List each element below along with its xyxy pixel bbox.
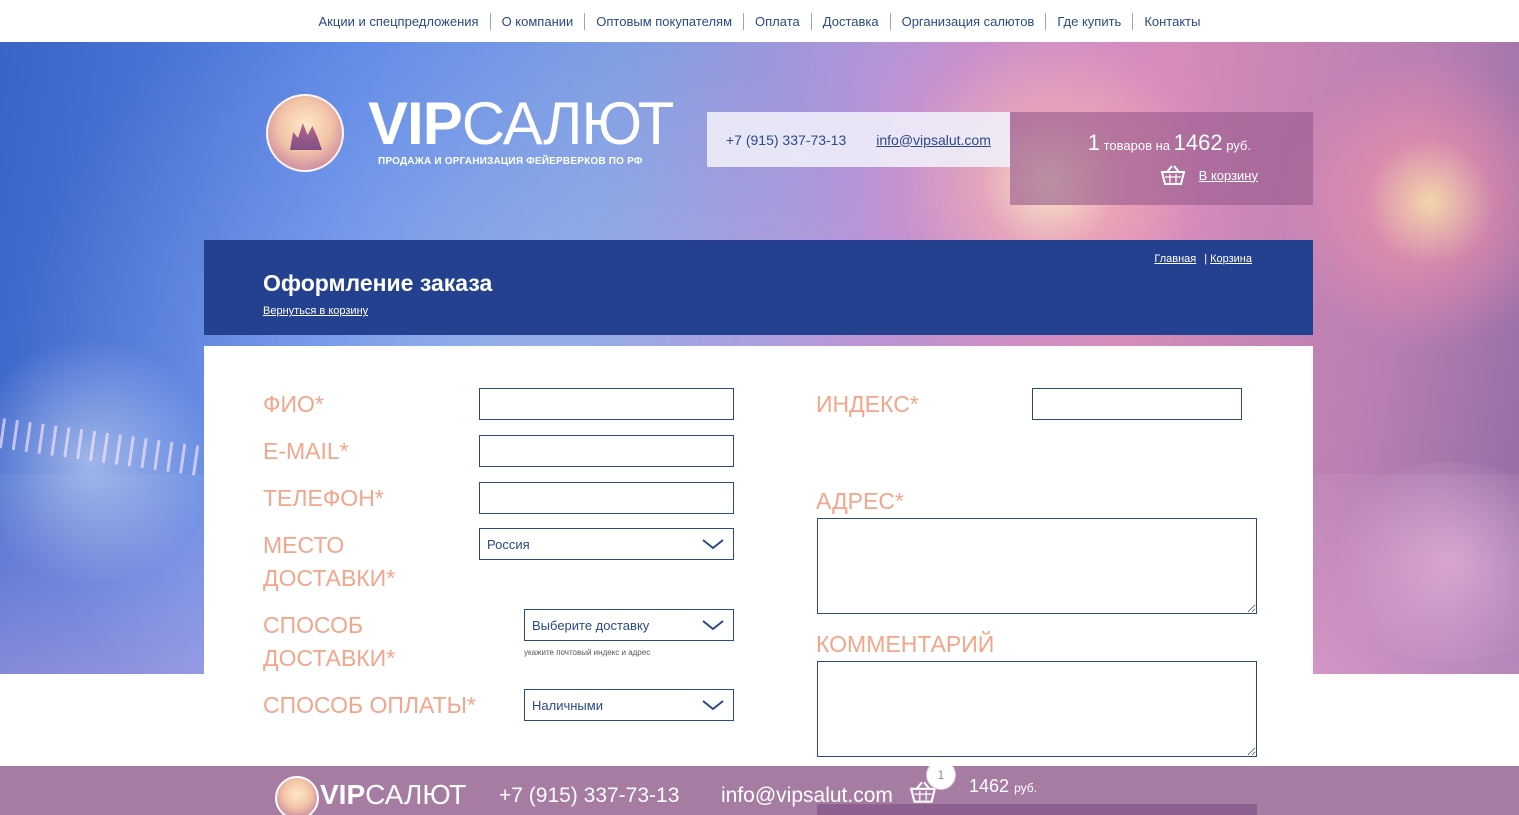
cart-count-text: товаров на (1103, 138, 1170, 153)
footer-phone[interactable]: +7 (915) 337-73-13 (499, 784, 679, 808)
comment-textarea[interactable] (817, 661, 1257, 757)
breadcrumb-cart[interactable]: Корзина (1210, 253, 1252, 265)
delivery-place-label: МЕСТО ДОСТАВКИ* (263, 532, 396, 591)
footer-logo-wordmark[interactable]: VIPСАЛЮТ (320, 780, 466, 810)
page-title-bar: Оформление заказа Вернуться в корзину Гл… (204, 240, 1313, 335)
nav-link-payment[interactable]: Оплата (743, 12, 811, 30)
firework-burst (1280, 52, 1519, 352)
top-nav: Акции и спецпредложения О компании Оптов… (0, 0, 1519, 42)
cart-sum: 1462 (1173, 130, 1223, 155)
go-to-cart-link[interactable]: В корзину (1199, 168, 1258, 183)
nav-link-contacts[interactable]: Контакты (1132, 12, 1211, 30)
chevron-down-icon (702, 539, 724, 550)
fio-label: ФИО* (263, 391, 324, 417)
address-label: АДРЕС* (816, 488, 904, 514)
phone-label: ТЕЛЕФОН* (263, 485, 384, 511)
fio-input[interactable] (479, 388, 734, 420)
payment-method-select[interactable]: Наличными (524, 689, 734, 721)
nav-link-delivery[interactable]: Доставка (810, 12, 890, 30)
cart-count: 1 (1087, 130, 1100, 155)
footer-email[interactable]: info@vipsalut.com (721, 784, 893, 808)
sticky-footer-bar: VIPСАЛЮТ +7 (915) 337-73-13 info@vipsalu… (0, 766, 1519, 815)
nav-link-wholesale[interactable]: Оптовым покупателям (584, 12, 743, 30)
payment-method-value: Наличными (532, 697, 603, 713)
page-title: Оформление заказа (263, 270, 493, 296)
header-cart-box: 1 товаров на 1462 руб. В корзину (1010, 112, 1313, 205)
nav-link-promotions[interactable]: Акции и спецпредложения (308, 13, 490, 30)
back-to-cart-link[interactable]: Вернуться в корзину (263, 305, 368, 317)
breadcrumb-home[interactable]: Главная (1154, 253, 1196, 265)
delivery-method-hint: укажите почтовый индекс и адрес (524, 648, 651, 657)
header-phone[interactable]: +7 (915) 337-73-13 (726, 132, 846, 148)
logo-wordmark: VIPСАЛЮТ (368, 90, 674, 157)
nav-link-salute-organization[interactable]: Организация салютов (889, 12, 1046, 30)
footer-cart-sum: 1462 руб. (969, 776, 1037, 796)
email-input[interactable] (479, 435, 734, 467)
site-logo[interactable]: VIPСАЛЮТ ПРОДАЖА И ОРГАНИЗАЦИЯ ФЕЙЕРВЕРК… (266, 90, 674, 172)
nav-link-about[interactable]: О компании (489, 12, 585, 30)
footer-logo-emblem-icon[interactable] (275, 776, 319, 815)
logo-tagline: ПРОДАЖА И ОРГАНИЗАЦИЯ ФЕЙЕРВЕРКОВ ПО РФ (378, 156, 643, 167)
basket-icon (1160, 165, 1185, 185)
breadcrumb: Главная | Корзина (1154, 253, 1252, 265)
index-label: ИНДЕКС* (816, 391, 919, 417)
delivery-place-value: Россия (487, 536, 530, 552)
header-contact-box: +7 (915) 337-73-13 info@vipsalut.com (707, 112, 1010, 167)
index-input[interactable] (1032, 388, 1242, 420)
delivery-place-select[interactable]: Россия (479, 528, 734, 560)
payment-method-label: СПОСОБ ОПЛАТЫ* (263, 692, 476, 718)
chevron-down-icon (702, 700, 724, 711)
order-form: ФИО* E-MAIL* ТЕЛЕФОН* МЕСТО ДОСТАВКИ* Рос… (204, 346, 1313, 766)
phone-input[interactable] (479, 482, 734, 514)
delivery-method-value: Выберите доставку (532, 617, 650, 633)
cart-currency: руб. (1226, 138, 1251, 153)
nav-link-where-to-buy[interactable]: Где купить (1045, 12, 1132, 30)
cart-summary: 1 товаров на 1462 руб. (1088, 130, 1251, 156)
delivery-method-label: СПОСОБ ДОСТАВКИ* (263, 612, 396, 671)
delivery-method-select[interactable]: Выберите доставку (524, 609, 734, 641)
comment-label: КОММЕНТАРИЙ (816, 631, 995, 657)
header-email-link[interactable]: info@vipsalut.com (876, 132, 991, 148)
chevron-down-icon (702, 620, 724, 631)
footer-cart-count-badge: 1 (926, 766, 956, 790)
logo-emblem-icon (266, 94, 344, 172)
breadcrumb-separator: | (1204, 253, 1208, 265)
email-label: E-MAIL* (263, 438, 349, 464)
address-textarea[interactable] (817, 518, 1257, 614)
